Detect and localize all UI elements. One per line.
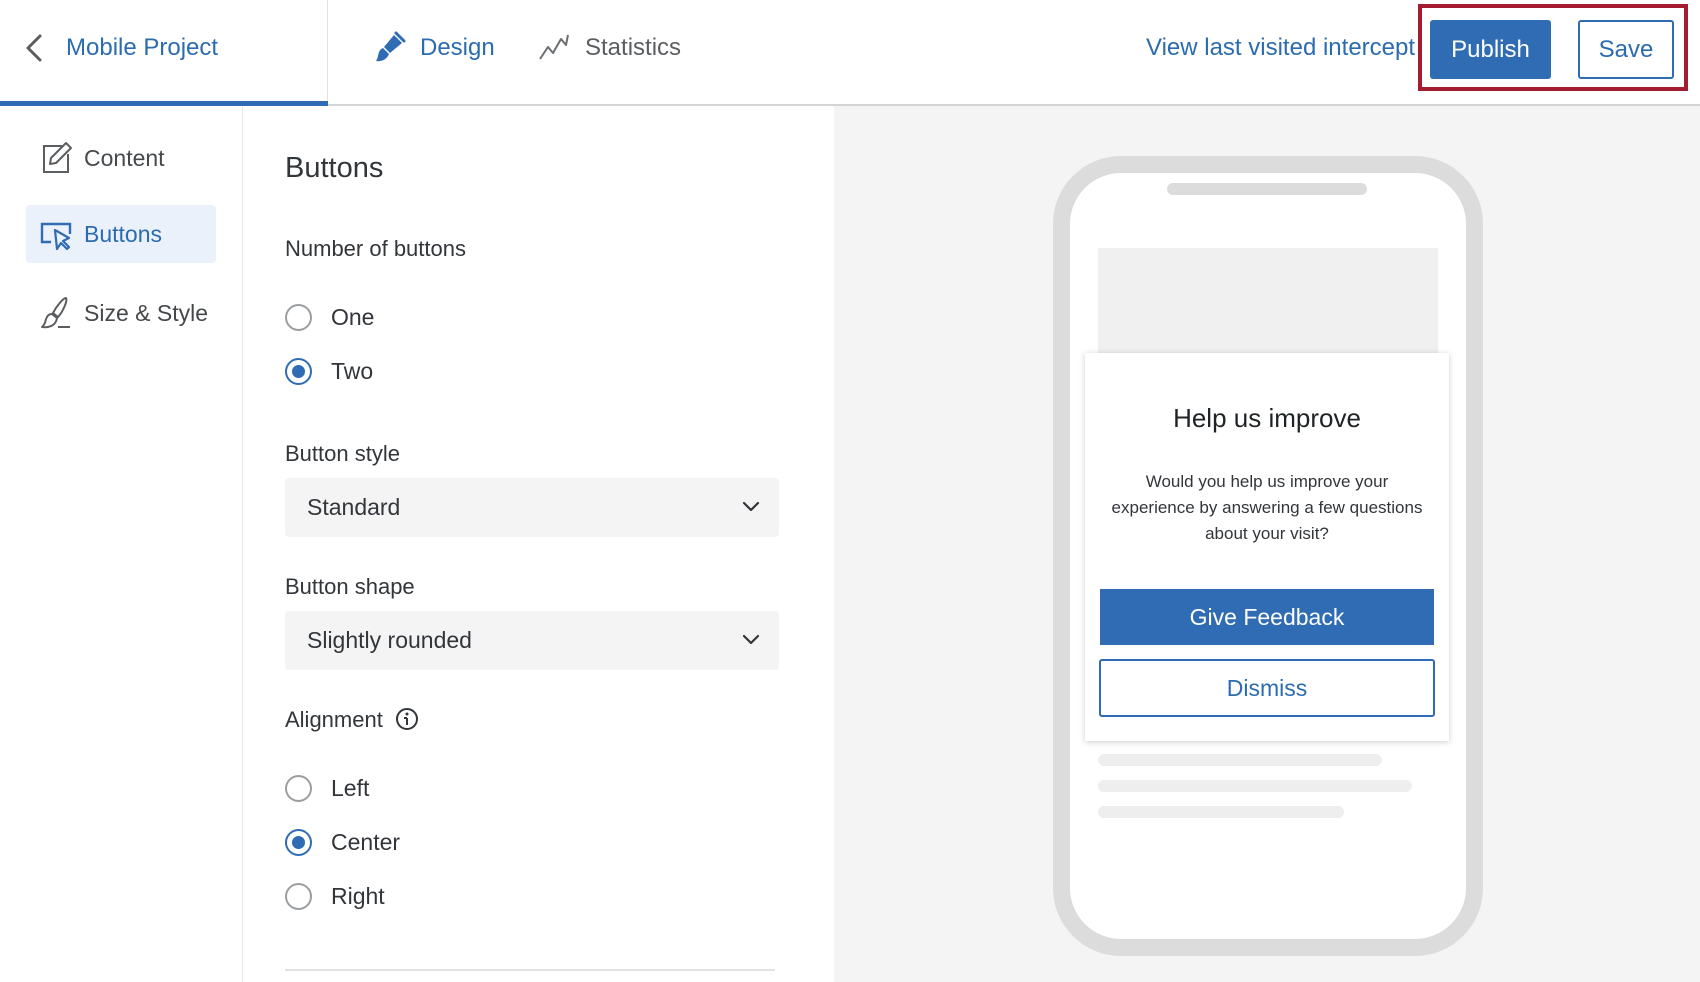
tab-statistics[interactable]: Statistics bbox=[537, 28, 681, 68]
save-button[interactable]: Save bbox=[1578, 20, 1674, 79]
publish-button[interactable]: Publish bbox=[1430, 20, 1551, 79]
radio-label: Right bbox=[331, 883, 385, 909]
button-shape-select[interactable]: Slightly rounded bbox=[285, 611, 779, 670]
radio-label: Left bbox=[331, 775, 370, 801]
section-divider bbox=[285, 969, 775, 971]
sidebar-item-size-style[interactable]: Size & Style bbox=[26, 284, 216, 342]
tab-design-label: Design bbox=[420, 34, 495, 61]
project-header: Mobile Project bbox=[0, 0, 328, 108]
brush-icon bbox=[41, 297, 70, 329]
view-last-visited-intercept-link[interactable]: View last visited intercept bbox=[1146, 34, 1415, 62]
radio-one[interactable]: One bbox=[285, 304, 374, 331]
intercept-body: Would you help us improve your experienc… bbox=[1111, 472, 1423, 543]
select-value: Standard bbox=[307, 494, 401, 520]
radio-left[interactable]: Left bbox=[285, 775, 369, 802]
radio-label: Two bbox=[331, 358, 374, 384]
sidebar-item-buttons[interactable]: Buttons bbox=[26, 205, 216, 263]
radio-circle[interactable] bbox=[285, 883, 312, 910]
panel-title: Buttons bbox=[285, 152, 384, 184]
radio-center[interactable]: Center bbox=[285, 829, 400, 856]
button-style-select[interactable]: Standard bbox=[285, 478, 779, 537]
chevron-down-icon bbox=[742, 501, 760, 512]
info-icon[interactable] bbox=[395, 707, 419, 731]
radio-circle[interactable] bbox=[285, 358, 312, 385]
radio-right[interactable]: Right bbox=[285, 883, 385, 910]
cursor-click-icon bbox=[40, 222, 72, 251]
radio-circle[interactable] bbox=[285, 304, 312, 331]
radio-two[interactable]: Two bbox=[285, 358, 373, 385]
top-bar: Mobile Project Design Statistics View la… bbox=[0, 0, 1700, 108]
select-value: Slightly rounded bbox=[307, 627, 472, 653]
give-feedback-button[interactable]: Give Feedback bbox=[1100, 589, 1434, 645]
radio-circle[interactable] bbox=[285, 829, 312, 856]
edit-icon bbox=[43, 142, 72, 173]
sidebar: Content Buttons Size & Style bbox=[0, 106, 243, 982]
sidebar-item-label: Content bbox=[84, 144, 165, 171]
paintbrush-icon bbox=[376, 31, 406, 62]
dismiss-button[interactable]: Dismiss bbox=[1099, 659, 1435, 717]
phone-notch bbox=[1167, 183, 1367, 195]
placeholder-block bbox=[1098, 248, 1438, 358]
sidebar-item-content[interactable]: Content bbox=[26, 129, 216, 187]
chevron-down-icon bbox=[742, 634, 760, 645]
sidebar-item-label: Buttons bbox=[84, 220, 162, 247]
button-shape-label: Button shape bbox=[285, 574, 415, 599]
sidebar-item-label: Size & Style bbox=[84, 299, 208, 326]
radio-label: Center bbox=[331, 829, 401, 855]
tab-statistics-label: Statistics bbox=[585, 34, 682, 61]
alignment-label-row: Alignment bbox=[285, 707, 419, 733]
placeholder-line bbox=[1098, 754, 1382, 766]
settings-panel: Buttons Number of buttons One Two Button… bbox=[243, 106, 834, 982]
intercept-card: Help us improve Would you help us improv… bbox=[1085, 353, 1449, 741]
placeholder-line bbox=[1098, 806, 1344, 818]
radio-label: One bbox=[331, 304, 375, 330]
intercept-title: Help us improve bbox=[1173, 403, 1361, 433]
line-chart-icon bbox=[539, 34, 569, 60]
alignment-label: Alignment bbox=[285, 707, 383, 732]
project-title[interactable]: Mobile Project bbox=[66, 34, 218, 62]
radio-circle[interactable] bbox=[285, 775, 312, 802]
number-of-buttons-label: Number of buttons bbox=[285, 236, 466, 261]
chevron-left-icon[interactable] bbox=[20, 30, 48, 66]
placeholder-line bbox=[1098, 780, 1412, 792]
tab-design[interactable]: Design bbox=[372, 28, 495, 68]
button-style-label: Button style bbox=[285, 441, 400, 466]
